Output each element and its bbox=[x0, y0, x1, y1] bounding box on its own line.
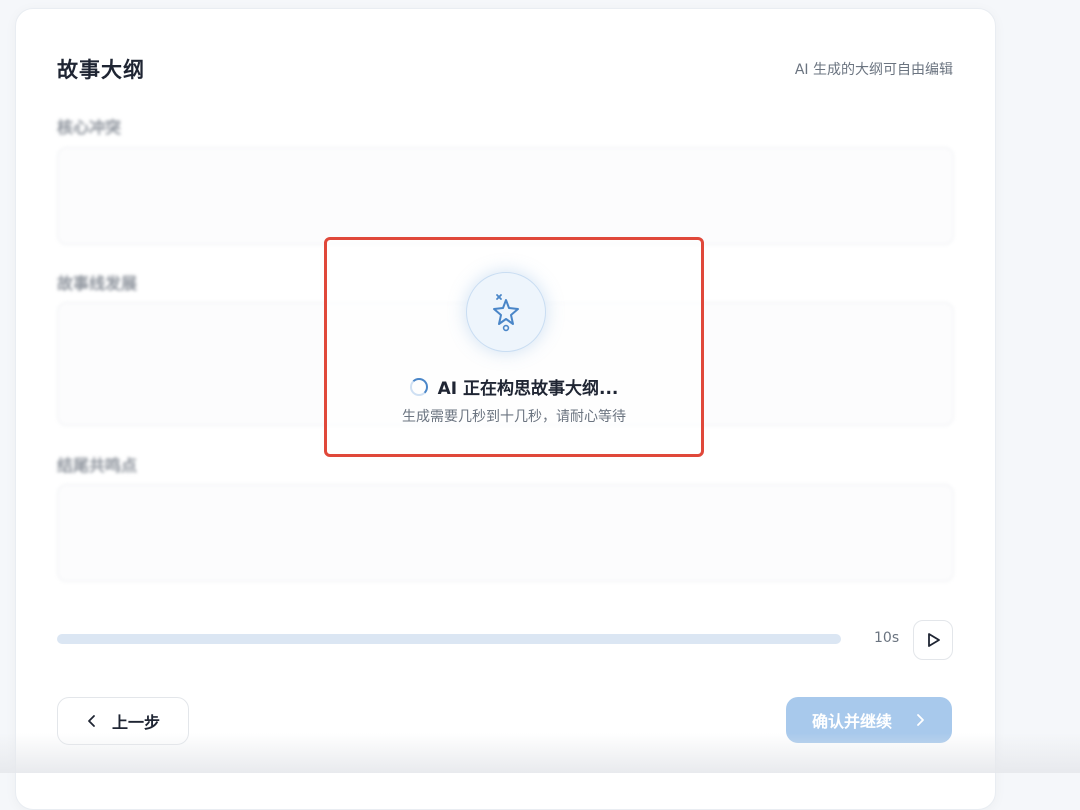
confirm-continue-label: 确认并继续 bbox=[811, 712, 892, 731]
loading-subtitle: 生成需要几秒到十几秒，请耐心等待 bbox=[402, 409, 626, 425]
field-label-storyline: 故事线发展 bbox=[57, 274, 138, 293]
sparkle-star-icon bbox=[493, 294, 519, 332]
chevron-right-icon bbox=[917, 714, 924, 726]
ai-logo-badge bbox=[466, 272, 546, 352]
core-conflict-textarea[interactable] bbox=[57, 147, 954, 245]
loading-status: AI 正在构思故事大纲... bbox=[327, 374, 701, 399]
chevron-left-icon bbox=[88, 715, 95, 727]
timer-label: 10s bbox=[874, 630, 900, 646]
play-icon bbox=[928, 633, 940, 647]
field-label-ending: 结尾共鸣点 bbox=[57, 456, 138, 475]
page-title: 故事大纲 bbox=[57, 58, 145, 82]
loading-title: AI 正在构思故事大纲... bbox=[437, 379, 619, 399]
spinner-icon bbox=[409, 377, 428, 396]
confirm-continue-button[interactable]: 确认并继续 bbox=[786, 697, 952, 743]
edit-hint: AI 生成的大纲可自由编辑 bbox=[794, 62, 953, 78]
back-button[interactable]: 上一步 bbox=[57, 697, 189, 745]
back-button-label: 上一步 bbox=[111, 713, 160, 732]
ending-textarea[interactable] bbox=[57, 484, 954, 582]
field-label-core-conflict: 核心冲突 bbox=[57, 118, 122, 137]
play-button[interactable] bbox=[913, 620, 953, 660]
progress-bar bbox=[57, 634, 841, 644]
loading-overlay: AI 正在构思故事大纲... 生成需要几秒到十几秒，请耐心等待 bbox=[324, 237, 704, 457]
